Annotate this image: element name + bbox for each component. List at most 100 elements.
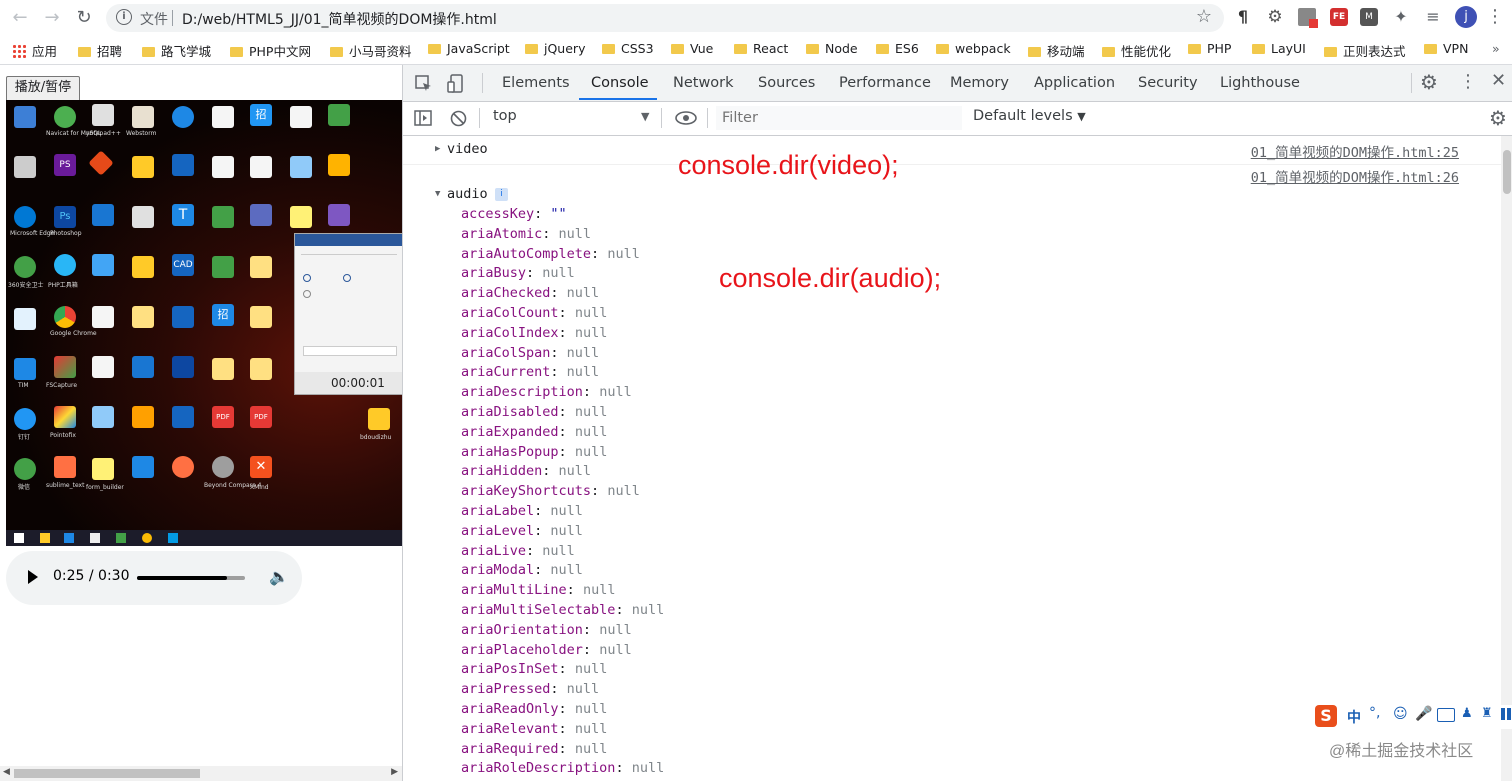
device-toolbar-icon[interactable] [447, 74, 465, 94]
info-badge-icon[interactable]: i [495, 188, 508, 201]
scrollbar-thumb[interactable] [1503, 150, 1511, 194]
bookmark-item[interactable]: 招聘 [78, 41, 122, 60]
property-row[interactable]: ariaLabel: null [461, 503, 583, 519]
tab-sources[interactable]: Sources [758, 75, 815, 91]
property-row[interactable]: ariaAutoComplete: null [461, 246, 640, 262]
property-row[interactable]: ariaKeyShortcuts: null [461, 483, 640, 499]
property-row[interactable]: ariaColSpan: null [461, 345, 599, 361]
property-row[interactable]: ariaDescription: null [461, 384, 632, 400]
gear-extension-icon[interactable]: ⚙ [1266, 8, 1284, 26]
play-pause-button[interactable]: 播放/暂停 [6, 76, 80, 102]
bookmark-item[interactable]: Vue [671, 41, 713, 56]
property-row[interactable]: accessKey: "" [461, 206, 567, 222]
chevron-down-icon[interactable]: ▼ [641, 110, 649, 123]
volume-icon[interactable]: 🔈 [269, 567, 289, 586]
bookmark-item[interactable]: 移动端 [1028, 41, 1085, 60]
ime-emoji-icon[interactable]: ☺ [1393, 706, 1408, 722]
console-log-video[interactable]: ▶ video 01_简单视频的DOM操作.html:25 [403, 136, 1501, 165]
inspect-element-icon[interactable] [415, 75, 433, 93]
bookmark-item[interactable]: 小马哥资料 [330, 41, 412, 60]
puzzle-icon[interactable]: ✦ [1392, 8, 1410, 26]
bookmark-item[interactable]: 正则表达式 [1324, 41, 1406, 60]
fe-helper-icon[interactable]: FE [1330, 8, 1348, 26]
profile-avatar[interactable]: j [1455, 6, 1477, 28]
log-levels-dropdown[interactable]: Default levels ▼ [973, 108, 1086, 124]
bookmark-item[interactable]: webpack [936, 41, 1011, 56]
ime-punctuation-icon[interactable]: °, [1369, 705, 1380, 721]
property-row[interactable]: ariaModal: null [461, 562, 583, 578]
tab-elements[interactable]: Elements [502, 75, 570, 91]
more-menu-icon[interactable]: ⋮ [1486, 8, 1504, 26]
tab-memory[interactable]: Memory [950, 75, 1009, 91]
log-object-name[interactable]: video [447, 141, 488, 157]
paragraph-extension-icon[interactable]: ¶ [1234, 8, 1252, 26]
bookmark-apps[interactable]: 应用 [12, 41, 57, 60]
property-row[interactable]: ariaRoleDescription: null [461, 760, 664, 776]
audio-player[interactable]: 0:25 / 0:30 🔈 [6, 551, 302, 605]
property-row[interactable]: ariaColIndex: null [461, 325, 607, 341]
property-row[interactable]: ariaPlaceholder: null [461, 642, 632, 658]
bookmark-item[interactable]: JavaScript [428, 41, 510, 56]
bookmark-item[interactable]: CSS3 [602, 41, 654, 56]
ime-toolbox-icon[interactable] [1501, 708, 1512, 720]
console-log-audio[interactable]: ▼ audio i 01_简单视频的DOM操作.html:26 [403, 164, 1501, 202]
property-row[interactable]: ariaCurrent: null [461, 364, 599, 380]
extension-icon[interactable] [1298, 8, 1318, 28]
property-row[interactable]: ariaPosInSet: null [461, 661, 607, 677]
property-row[interactable]: ariaHidden: null [461, 463, 591, 479]
bookmark-item[interactable]: Node [806, 41, 858, 56]
collapse-triangle-icon[interactable]: ▼ [435, 189, 440, 199]
property-row[interactable]: ariaLive: null [461, 543, 575, 559]
bookmark-item[interactable]: jQuery [525, 41, 585, 56]
property-row[interactable]: ariaPressed: null [461, 681, 599, 697]
property-row[interactable]: ariaRelevant: null [461, 721, 607, 737]
bookmark-item[interactable]: PHP中文网 [230, 41, 311, 60]
expand-triangle-icon[interactable]: ▶ [435, 144, 440, 154]
forward-button[interactable]: → [40, 6, 64, 30]
property-row[interactable]: ariaLevel: null [461, 523, 583, 539]
scroll-left-icon[interactable]: ◀ [3, 767, 10, 777]
tab-console[interactable]: Console [591, 75, 649, 91]
ime-user-icon[interactable]: ♟ [1461, 706, 1473, 721]
extension-m-icon[interactable]: M [1360, 8, 1378, 26]
tab-performance[interactable]: Performance [839, 75, 931, 91]
log-source-link[interactable]: 01_简单视频的DOM操作.html:25 [1251, 141, 1459, 161]
bookmark-item[interactable]: VPN [1424, 41, 1468, 56]
ime-voice-icon[interactable]: 🎤 [1415, 706, 1432, 722]
property-row[interactable]: ariaChecked: null [461, 285, 599, 301]
property-row[interactable]: ariaColCount: null [461, 305, 607, 321]
property-row[interactable]: ariaOrientation: null [461, 622, 632, 638]
sidebar-toggle-icon[interactable] [414, 110, 432, 126]
bookmarks-overflow-icon[interactable]: » [1492, 41, 1500, 56]
scroll-right-icon[interactable]: ▶ [391, 767, 398, 777]
property-row[interactable]: ariaMultiLine: null [461, 582, 615, 598]
address-url[interactable]: D:/web/HTML5_JJ/01_简单视频的DOM操作.html [182, 9, 497, 29]
eye-icon[interactable] [675, 111, 697, 125]
console-vertical-scrollbar[interactable] [1501, 136, 1512, 781]
bookmark-item[interactable]: PHP [1188, 41, 1231, 56]
property-row[interactable]: ariaAtomic: null [461, 226, 591, 242]
bookmark-item[interactable]: 性能优化 [1102, 41, 1171, 60]
audio-progress-track[interactable] [137, 576, 245, 580]
back-button[interactable]: ← [8, 6, 32, 30]
property-row[interactable]: ariaBusy: null [461, 265, 575, 281]
more-options-icon[interactable]: ⋮ [1459, 71, 1477, 92]
bookmark-item[interactable]: React [734, 41, 788, 56]
console-filter-input[interactable] [716, 106, 962, 130]
ime-skin-icon[interactable]: ♜ [1481, 706, 1493, 721]
log-object-name[interactable]: audio [447, 186, 488, 202]
play-icon[interactable] [28, 570, 38, 584]
clear-console-icon[interactable] [450, 110, 467, 127]
info-icon[interactable]: i [116, 9, 132, 25]
console-settings-gear-icon[interactable]: ⚙ [1489, 106, 1507, 130]
reload-button[interactable]: ↻ [72, 6, 96, 30]
property-row[interactable]: ariaHasPopup: null [461, 444, 607, 460]
reading-list-icon[interactable]: ≡ [1424, 8, 1442, 26]
property-row[interactable]: ariaMultiSelectable: null [461, 602, 664, 618]
tab-application[interactable]: Application [1034, 75, 1115, 91]
bookmark-item[interactable]: 路飞学城 [142, 41, 211, 60]
settings-gear-icon[interactable]: ⚙ [1420, 70, 1438, 94]
log-source-link[interactable]: 01_简单视频的DOM操作.html:26 [1251, 166, 1459, 186]
property-row[interactable]: ariaDisabled: null [461, 404, 607, 420]
tab-security[interactable]: Security [1138, 75, 1198, 91]
